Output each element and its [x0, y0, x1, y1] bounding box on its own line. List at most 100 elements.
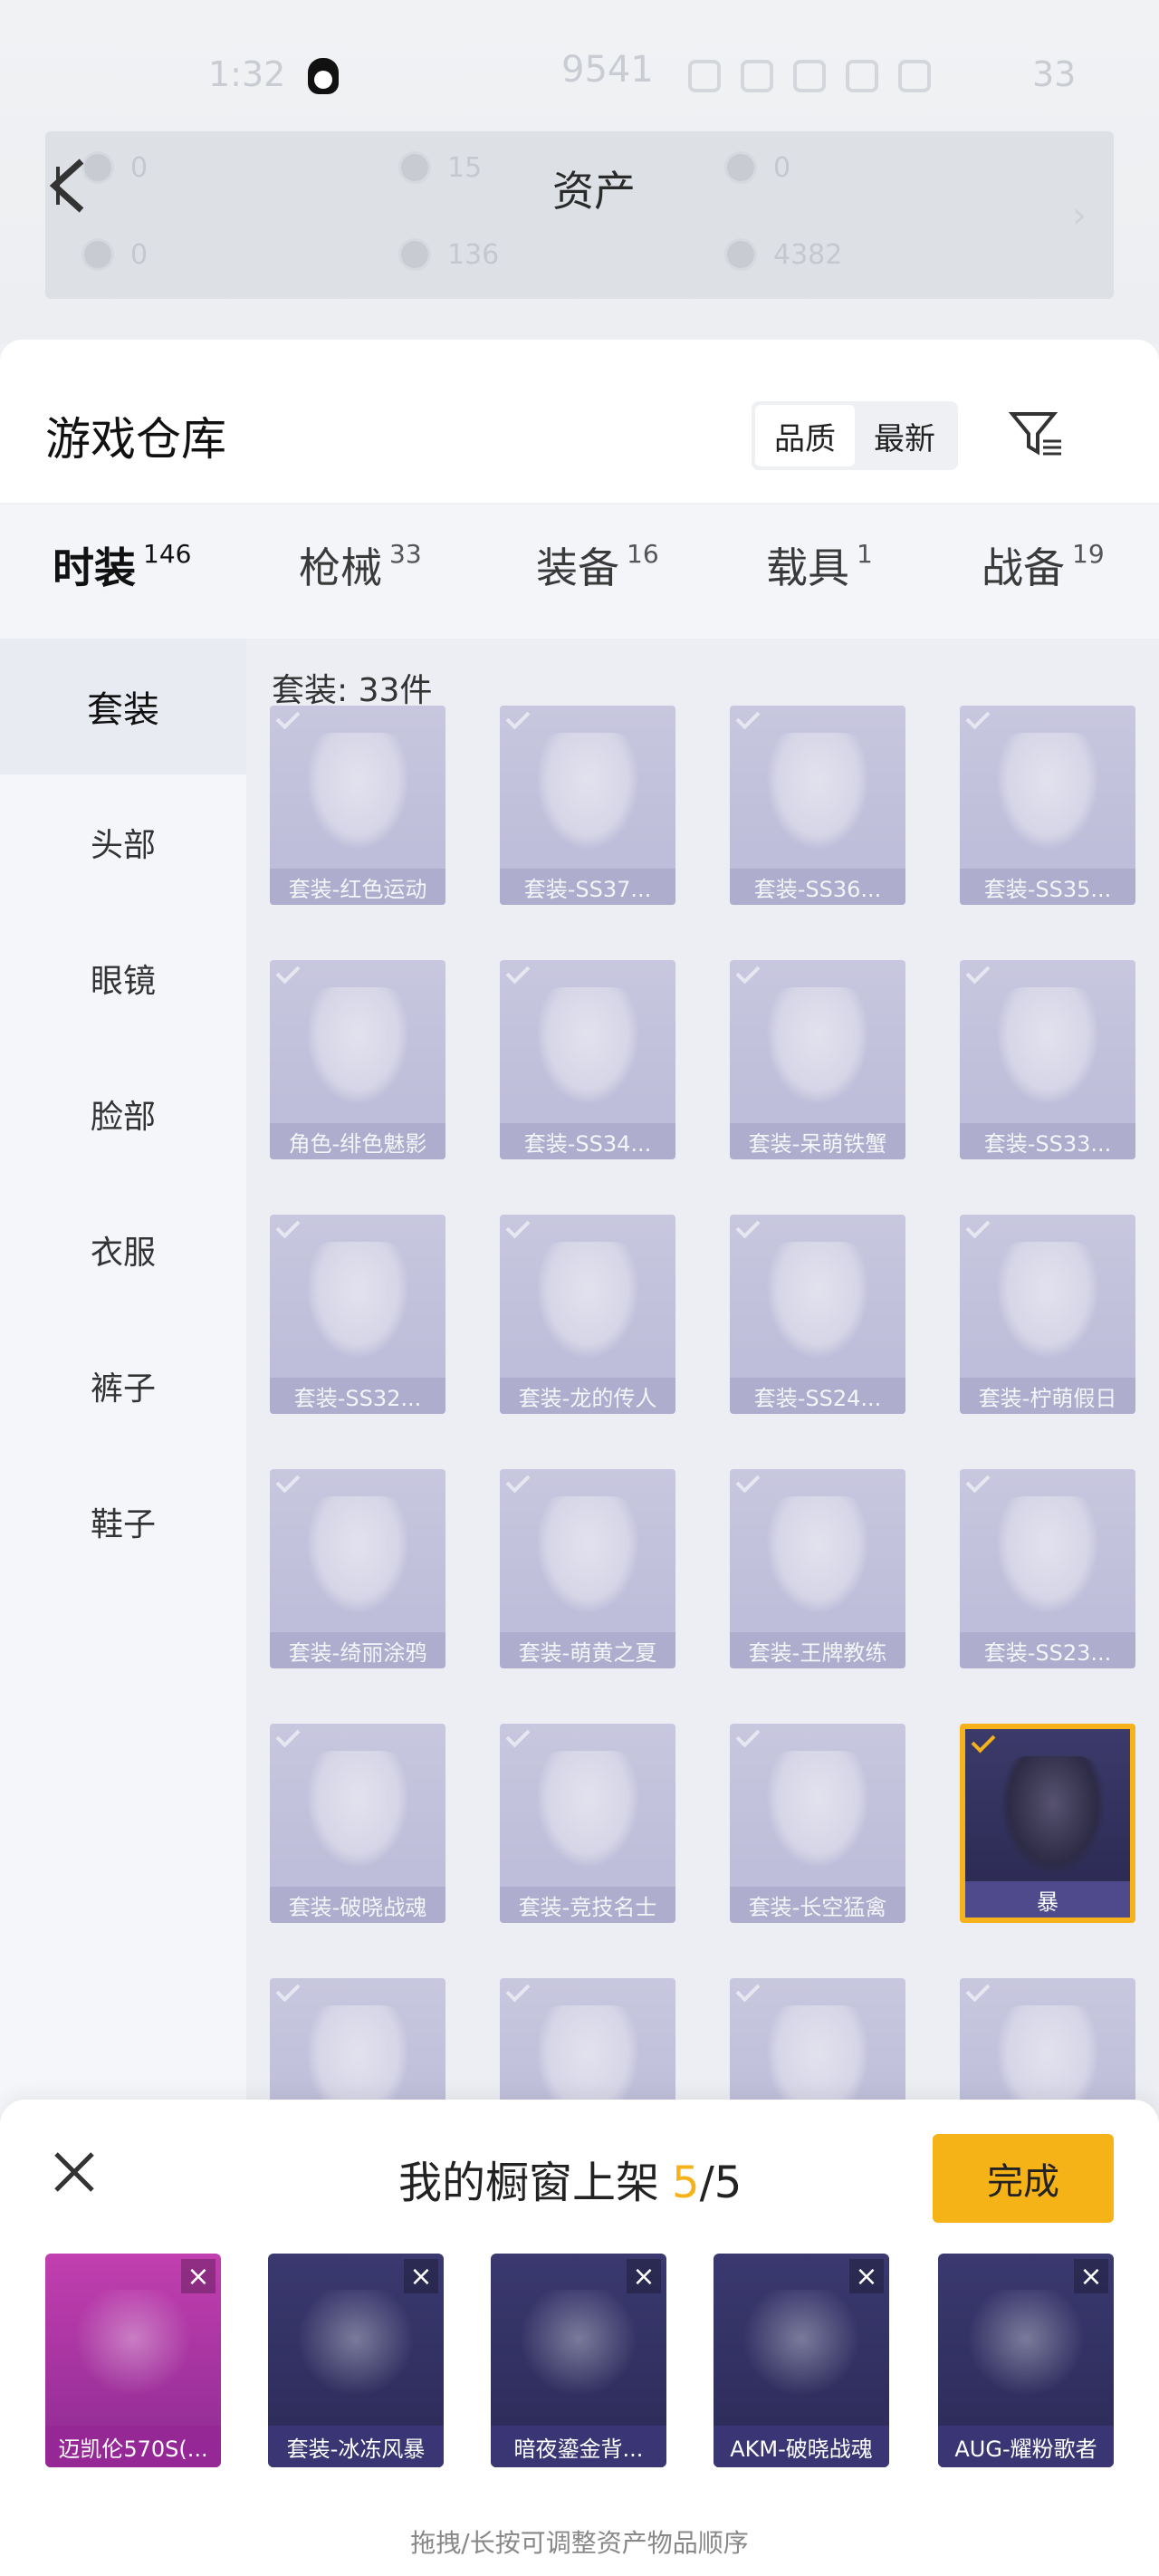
- showcase-slot[interactable]: × 暗夜鎏金背...: [491, 2254, 666, 2467]
- moon-icon: [688, 60, 721, 92]
- item-thumbnail: [306, 733, 409, 851]
- item-tile[interactable]: 套装-SS36...: [730, 706, 905, 905]
- tab-equipment[interactable]: 装备 16: [536, 535, 659, 595]
- check-icon: [275, 1469, 301, 1494]
- slot-label: 迈凯伦570S(...: [45, 2426, 221, 2467]
- remove-icon[interactable]: ×: [1074, 2259, 1108, 2293]
- item-tile[interactable]: 套装-绮丽涂鸦: [270, 1469, 445, 1668]
- item-tile[interactable]: 套装-萌黄之夏: [500, 1469, 675, 1668]
- check-icon: [275, 1724, 301, 1748]
- sort-toggle: 品质 最新: [752, 401, 958, 470]
- showcase-slot[interactable]: × AKM-破晓战魂: [714, 2254, 889, 2467]
- qq-icon: [308, 58, 339, 94]
- check-icon: [735, 706, 761, 730]
- item-tile[interactable]: 套装-红色运动: [270, 706, 445, 905]
- step-count: 9541: [561, 49, 654, 91]
- showcase-title-text: 我的橱窗上架: [398, 2158, 660, 2208]
- check-icon: [965, 706, 991, 730]
- category-tabs: 时装 146 枪械 33 装备 16 载具 1 战备 19: [0, 503, 1159, 777]
- item-tile[interactable]: 套装-SS35...: [960, 706, 1135, 905]
- tab-count: 33: [389, 539, 422, 569]
- warehouse-header: 游戏仓库 品质 最新: [0, 340, 1159, 503]
- item-thumbnail: [996, 1242, 1099, 1360]
- item-tile[interactable]: 套装-SS33...: [960, 960, 1135, 1159]
- item-label: 套装-SS37...: [500, 869, 675, 905]
- sidebar-item-clothes[interactable]: 衣服: [0, 1182, 246, 1318]
- card-icon: [81, 238, 114, 271]
- sidebar-item-shoes[interactable]: 鞋子: [0, 1454, 246, 1590]
- item-tile[interactable]: 套装-王牌教练: [730, 1469, 905, 1668]
- sort-newest[interactable]: 最新: [855, 405, 954, 466]
- item-label: 暴: [965, 1881, 1130, 1918]
- item-tile[interactable]: 套装-SS32...: [270, 1215, 445, 1414]
- item-tile[interactable]: 套装-SS23...: [960, 1469, 1135, 1668]
- item-label: 套装-SS36...: [730, 869, 905, 905]
- showcase-slot[interactable]: × 套装-冰冻风暴: [268, 2254, 444, 2467]
- remove-icon[interactable]: ×: [627, 2259, 661, 2293]
- sidebar-item-face[interactable]: 脸部: [0, 1046, 246, 1182]
- item-tile[interactable]: 套装-破晓战魂: [270, 1724, 445, 1923]
- item-thumbnail: [536, 1242, 639, 1360]
- tab-vehicles[interactable]: 载具 1: [766, 535, 873, 595]
- rifle-thumbnail: [965, 2290, 1087, 2398]
- tab-count: 19: [1072, 539, 1105, 569]
- back-button[interactable]: [45, 154, 91, 217]
- asset-value: 15: [447, 151, 483, 184]
- check-icon: [505, 1978, 531, 2003]
- slot-label: 套装-冰冻风暴: [268, 2426, 444, 2467]
- check-icon: [965, 1469, 991, 1494]
- check-icon: [505, 1724, 531, 1748]
- showcase-panel: 我的橱窗上架 5 /5 完成 × 迈凯伦570S(... × 套装-冰冻风暴 ×…: [0, 2100, 1159, 2576]
- tab-supplies[interactable]: 战备 19: [982, 535, 1105, 595]
- grid-caption: 套装: 33件: [272, 672, 433, 709]
- item-thumbnail: [306, 987, 409, 1105]
- item-tile[interactable]: 套装-竞技名士: [500, 1724, 675, 1923]
- item-label: 套装-SS34...: [500, 1123, 675, 1159]
- showcase-slot[interactable]: × 迈凯伦570S(...: [45, 2254, 221, 2467]
- item-tile[interactable]: 套装-SS34...: [500, 960, 675, 1159]
- filter-icon[interactable]: [1007, 405, 1065, 463]
- item-tile[interactable]: 角色-绯色魅影: [270, 960, 445, 1159]
- item-tile[interactable]: 套装-呆萌铁蟹: [730, 960, 905, 1159]
- chevron-right-icon[interactable]: ›: [1072, 195, 1087, 236]
- item-thumbnail: [766, 1242, 869, 1360]
- tab-label: 时装: [53, 543, 136, 592]
- item-label: 套装-竞技名士: [500, 1887, 675, 1923]
- sort-quality[interactable]: 品质: [755, 405, 855, 466]
- remove-icon[interactable]: ×: [404, 2259, 438, 2293]
- item-tile[interactable]: 套装-龙的传人: [500, 1215, 675, 1414]
- item-tile[interactable]: 套装-柠萌假日: [960, 1215, 1135, 1414]
- item-tile[interactable]: 套装-SS37...: [500, 706, 675, 905]
- item-thumbnail: [996, 733, 1099, 851]
- tab-label: 战备: [982, 543, 1065, 592]
- item-thumbnail: [306, 1242, 409, 1360]
- tab-guns[interactable]: 枪械 33: [299, 535, 422, 595]
- item-label: 套装-萌黄之夏: [500, 1632, 675, 1668]
- done-button[interactable]: 完成: [933, 2134, 1114, 2223]
- message-icon: [793, 60, 826, 92]
- showcase-total-count: /5: [699, 2158, 742, 2208]
- sidebar-item-head[interactable]: 头部: [0, 774, 246, 910]
- item-tile[interactable]: 暴: [960, 1724, 1135, 1923]
- item-label: 套装-柠萌假日: [960, 1378, 1135, 1414]
- item-tile[interactable]: 套装-SS24...: [730, 1215, 905, 1414]
- sidebar-item-pants[interactable]: 裤子: [0, 1318, 246, 1454]
- sidebar-item-suit[interactable]: 套装: [0, 639, 246, 774]
- top-area: 1:32 9541 33 0 15 0 0 136 4382 资产 ›: [0, 0, 1159, 344]
- sidebar-item-glasses[interactable]: 眼镜: [0, 910, 246, 1046]
- slot-label: 暗夜鎏金背...: [491, 2426, 666, 2467]
- check-icon: [735, 1724, 761, 1748]
- outfit-thumbnail: [295, 2290, 417, 2398]
- showcase-slot[interactable]: × AUG-耀粉歌者: [938, 2254, 1114, 2467]
- page-title: 资产: [552, 167, 636, 216]
- item-label: 套装-龙的传人: [500, 1378, 675, 1414]
- check-icon: [735, 1215, 761, 1239]
- close-button[interactable]: [47, 2145, 101, 2199]
- remove-icon[interactable]: ×: [849, 2259, 884, 2293]
- check-icon: [505, 706, 531, 730]
- coupon-icon: [398, 151, 431, 184]
- tab-fashion[interactable]: 时装 146: [53, 535, 191, 595]
- check-icon: [735, 1978, 761, 2003]
- item-tile[interactable]: 套装-长空猛禽: [730, 1724, 905, 1923]
- remove-icon[interactable]: ×: [181, 2259, 216, 2293]
